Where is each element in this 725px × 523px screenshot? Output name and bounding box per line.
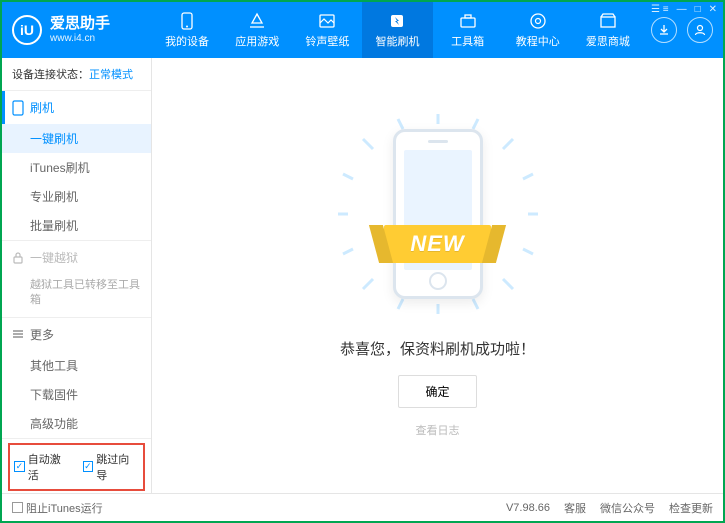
nav-label: 教程中心 <box>516 33 560 49</box>
sidebar-head-label: 更多 <box>30 326 54 343</box>
nav-label: 应用游戏 <box>235 33 279 49</box>
service-link[interactable]: 客服 <box>564 500 586 516</box>
sidebar-head-jailbreak[interactable]: 一键越狱 <box>2 241 151 274</box>
nav-flash[interactable]: 智能刷机 <box>362 2 432 58</box>
checkbox-icon <box>12 502 23 513</box>
nav-label: 智能刷机 <box>375 33 419 49</box>
user-button[interactable] <box>687 17 713 43</box>
phone-icon <box>12 100 24 116</box>
checkbox-auto-activate[interactable]: ✓ 自动激活 <box>14 451 71 483</box>
view-log-link[interactable]: 查看日志 <box>416 422 460 438</box>
new-ribbon: NEW <box>384 225 490 263</box>
window-controls: ☰ ≡ — □ ✕ <box>651 4 717 15</box>
toolbox-icon <box>459 12 477 30</box>
sidebar-bottom: ✓ 自动激活 ✓ 跳过向导 iPhone 12 mini 64GB Down-1… <box>2 439 151 493</box>
store-icon <box>599 12 617 30</box>
logo-icon: iU <box>12 15 42 45</box>
apps-icon <box>248 12 266 30</box>
tutorial-icon <box>529 12 547 30</box>
lock-icon <box>12 251 24 265</box>
sidebar-section-more: 更多 其他工具 下载固件 高级功能 <box>2 318 151 439</box>
menu-icon[interactable]: ☰ ≡ <box>651 4 669 15</box>
sidebar-item-pro[interactable]: 专业刷机 <box>2 182 151 211</box>
wechat-link[interactable]: 微信公众号 <box>600 500 655 516</box>
sidebar-section-jailbreak: 一键越狱 越狱工具已转移至工具箱 <box>2 241 151 318</box>
sidebar-head-label: 刷机 <box>30 99 54 116</box>
success-message: 恭喜您，保资料刷机成功啦！ <box>340 338 535 359</box>
sidebar-item-itunes[interactable]: iTunes刷机 <box>2 153 151 182</box>
nav-apps[interactable]: 应用游戏 <box>222 2 292 58</box>
nav-toolbox[interactable]: 工具箱 <box>433 2 503 58</box>
app-title: 爱思助手 <box>50 16 110 33</box>
flash-icon <box>388 12 406 30</box>
checkbox-icon: ✓ <box>83 461 94 472</box>
logo: iU 爱思助手 www.i4.cn <box>12 15 152 45</box>
sidebar-head-more[interactable]: 更多 <box>2 318 151 351</box>
top-nav: 我的设备 应用游戏 铃声壁纸 智能刷机 工具箱 教程中心 <box>152 2 643 58</box>
phone-icon <box>178 12 196 30</box>
sidebar-item-download[interactable]: 下载固件 <box>2 380 151 409</box>
titlebar: ☰ ≡ — □ ✕ iU 爱思助手 www.i4.cn 我的设备 应用游戏 铃声 <box>2 2 723 58</box>
checkbox-label: 跳过向导 <box>96 451 139 483</box>
nav-wallpaper[interactable]: 铃声壁纸 <box>292 2 362 58</box>
connection-mode: 正常模式 <box>89 69 133 81</box>
checkbox-block-itunes[interactable]: 阻止iTunes运行 <box>12 500 103 516</box>
user-controls <box>651 17 713 43</box>
app-url: www.i4.cn <box>50 33 110 44</box>
sidebar-item-oneclick[interactable]: 一键刷机 <box>2 124 151 153</box>
version-label: V7.98.66 <box>506 502 550 514</box>
minimize-icon[interactable]: — <box>677 4 687 15</box>
footer-right: V7.98.66 客服 微信公众号 检查更新 <box>506 500 713 516</box>
connection-status: 设备连接状态：正常模式 <box>2 58 151 91</box>
wallpaper-icon <box>318 12 336 30</box>
sidebar-item-advanced[interactable]: 高级功能 <box>2 409 151 438</box>
nav-store[interactable]: 爱思商城 <box>573 2 643 58</box>
checkbox-icon: ✓ <box>14 461 25 472</box>
download-button[interactable] <box>651 17 677 43</box>
main-content: NEW 恭喜您，保资料刷机成功啦！ 确定 查看日志 <box>152 58 723 493</box>
jailbreak-note: 越狱工具已转移至工具箱 <box>2 274 151 317</box>
sidebar-item-batch[interactable]: 批量刷机 <box>2 211 151 240</box>
phone-graphic <box>393 129 483 299</box>
sidebar: 设备连接状态：正常模式 刷机 一键刷机 iTunes刷机 专业刷机 批量刷机 一… <box>2 58 152 493</box>
check-update-link[interactable]: 检查更新 <box>669 500 713 516</box>
nav-my-device[interactable]: 我的设备 <box>152 2 222 58</box>
nav-label: 工具箱 <box>451 33 484 49</box>
nav-label: 爱思商城 <box>586 33 630 49</box>
menu-icon <box>12 328 24 340</box>
nav-tutorial[interactable]: 教程中心 <box>503 2 573 58</box>
checkbox-skip-guide[interactable]: ✓ 跳过向导 <box>83 451 140 483</box>
checkbox-label: 自动激活 <box>28 451 71 483</box>
sidebar-head-flash[interactable]: 刷机 <box>2 91 151 124</box>
maximize-icon[interactable]: □ <box>695 4 701 15</box>
sidebar-item-other[interactable]: 其他工具 <box>2 351 151 380</box>
close-icon[interactable]: ✕ <box>709 4 717 15</box>
success-illustration: NEW <box>338 114 538 314</box>
footer: 阻止iTunes运行 V7.98.66 客服 微信公众号 检查更新 <box>2 493 723 521</box>
checkbox-label: 阻止iTunes运行 <box>26 500 103 516</box>
checkbox-highlight-box: ✓ 自动激活 ✓ 跳过向导 <box>8 443 145 491</box>
nav-label: 铃声壁纸 <box>305 33 349 49</box>
nav-label: 我的设备 <box>165 33 209 49</box>
sidebar-head-label: 一键越狱 <box>30 249 78 266</box>
app-window: ☰ ≡ — □ ✕ iU 爱思助手 www.i4.cn 我的设备 应用游戏 铃声 <box>0 0 725 523</box>
sidebar-section-flash: 刷机 一键刷机 iTunes刷机 专业刷机 批量刷机 <box>2 91 151 241</box>
body: 设备连接状态：正常模式 刷机 一键刷机 iTunes刷机 专业刷机 批量刷机 一… <box>2 58 723 493</box>
ok-button[interactable]: 确定 <box>398 375 476 408</box>
